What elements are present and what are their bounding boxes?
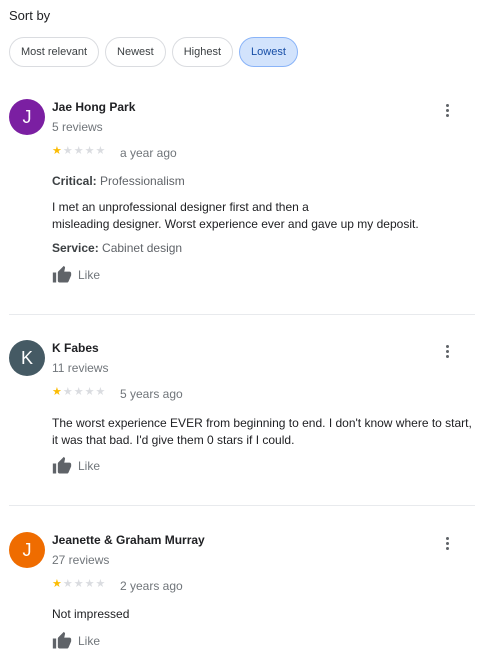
reviewer-name[interactable]: Jae Hong Park bbox=[52, 100, 135, 114]
sort-newest-chip[interactable]: Newest bbox=[105, 37, 166, 67]
more-vert-icon[interactable] bbox=[440, 537, 454, 555]
review-text: The worst experience EVER from beginning… bbox=[52, 416, 472, 447]
more-vert-icon[interactable] bbox=[440, 104, 454, 122]
star-rating: ★ ★ ★ ★ ★ bbox=[52, 146, 105, 157]
star-icon: ★ bbox=[73, 386, 84, 398]
like-button[interactable]: Like bbox=[52, 631, 100, 651]
star-icon: ★ bbox=[52, 145, 62, 157]
star-rating: ★ ★ ★ ★ ★ bbox=[52, 579, 105, 590]
sort-options: Most relevant Newest Highest Lowest bbox=[9, 37, 298, 67]
star-icon: ★ bbox=[62, 386, 73, 398]
like-label: Like bbox=[78, 634, 101, 648]
star-icon: ★ bbox=[84, 145, 95, 157]
review-time: a year ago bbox=[120, 146, 177, 160]
star-icon: ★ bbox=[52, 578, 62, 590]
star-icon: ★ bbox=[73, 578, 84, 590]
critical-value: Professionalism bbox=[100, 174, 185, 188]
service-line: Service: Cabinet design bbox=[52, 241, 182, 255]
more-vert-icon[interactable] bbox=[440, 345, 454, 363]
review-count: 27 reviews bbox=[52, 553, 110, 567]
review-divider bbox=[9, 505, 475, 506]
critical-line: Critical: Professionalism bbox=[52, 174, 185, 188]
like-label: Like bbox=[78, 459, 101, 473]
avatar[interactable]: J bbox=[9, 99, 45, 135]
service-label: Service: bbox=[52, 241, 99, 255]
star-icon: ★ bbox=[95, 145, 106, 157]
star-icon: ★ bbox=[62, 578, 73, 590]
review-text: Not impressed bbox=[52, 607, 130, 621]
thumb-up-icon bbox=[52, 456, 72, 474]
star-icon: ★ bbox=[52, 386, 62, 398]
review-time: 2 years ago bbox=[120, 579, 183, 593]
star-icon: ★ bbox=[95, 578, 106, 590]
star-icon: ★ bbox=[84, 578, 95, 590]
service-value: Cabinet design bbox=[102, 241, 183, 255]
star-rating: ★ ★ ★ ★ ★ bbox=[52, 387, 105, 398]
reviewer-name[interactable]: Jeanette & Graham Murray bbox=[52, 533, 205, 547]
thumb-up-icon bbox=[52, 631, 72, 649]
critical-label: Critical: bbox=[52, 174, 97, 188]
star-icon: ★ bbox=[84, 386, 95, 398]
review-count: 5 reviews bbox=[52, 120, 103, 134]
review-text: I met an unprofessional designer first a… bbox=[52, 199, 477, 233]
reviewer-name[interactable]: K Fabes bbox=[52, 341, 99, 355]
like-label: Like bbox=[78, 268, 101, 282]
star-icon: ★ bbox=[73, 145, 84, 157]
like-button[interactable]: Like bbox=[52, 456, 100, 476]
sort-by-label: Sort by bbox=[9, 8, 51, 23]
star-icon: ★ bbox=[62, 145, 73, 157]
avatar[interactable]: K bbox=[9, 340, 45, 376]
review-divider bbox=[9, 314, 475, 315]
review-text-line: I met an unprofessional designer first a… bbox=[52, 200, 309, 214]
avatar[interactable]: J bbox=[9, 532, 45, 568]
thumb-up-icon bbox=[52, 265, 72, 283]
like-button[interactable]: Like bbox=[52, 265, 100, 285]
sort-highest-chip[interactable]: Highest bbox=[171, 37, 234, 67]
sort-most-relevant-chip[interactable]: Most relevant bbox=[9, 37, 100, 67]
review-time: 5 years ago bbox=[120, 387, 183, 401]
star-icon: ★ bbox=[95, 386, 106, 398]
review-text-line: misleading designer. Worst experience ev… bbox=[52, 217, 419, 231]
sort-lowest-chip[interactable]: Lowest bbox=[239, 37, 298, 67]
review-count: 11 reviews bbox=[52, 361, 109, 375]
